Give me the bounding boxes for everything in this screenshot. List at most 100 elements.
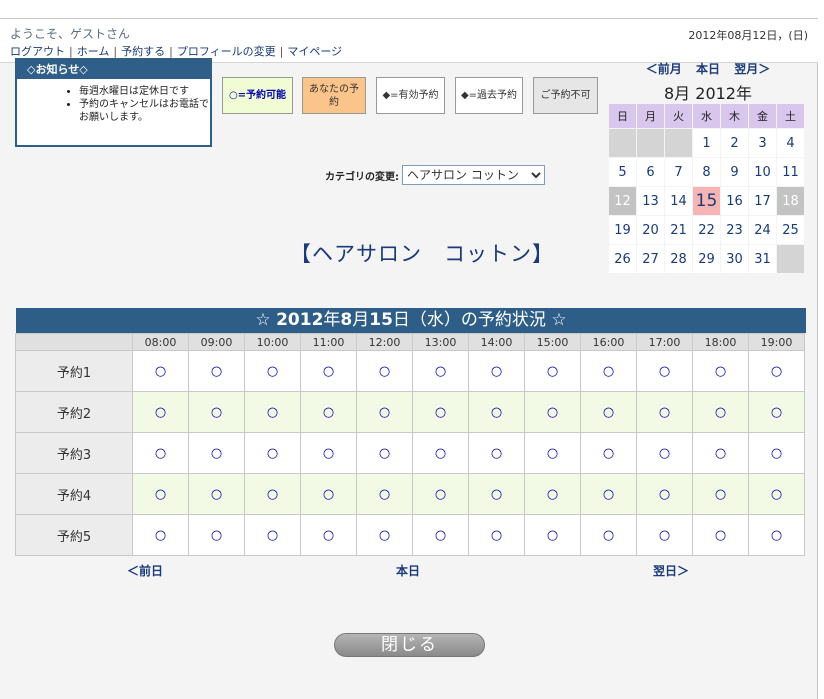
slot-available[interactable]: ○ [524, 391, 581, 433]
calendar-day[interactable]: 20 [637, 216, 664, 244]
calendar-day[interactable]: 11 [777, 158, 804, 186]
slot-available[interactable]: ○ [132, 514, 189, 556]
prev-day-link[interactable]: ＜前日 [127, 562, 163, 579]
calendar-day[interactable]: 7 [665, 158, 692, 186]
slot-available[interactable]: ○ [188, 432, 245, 474]
slot-available[interactable]: ○ [468, 473, 525, 515]
slot-available[interactable]: ○ [748, 391, 805, 433]
slot-available[interactable]: ○ [300, 473, 357, 515]
slot-available[interactable]: ○ [132, 391, 189, 433]
calendar-day[interactable]: 24 [749, 216, 776, 244]
slot-available[interactable]: ○ [188, 350, 245, 392]
nav-home[interactable]: ホーム [77, 45, 110, 58]
slot-available[interactable]: ○ [300, 514, 357, 556]
slot-available[interactable]: ○ [468, 432, 525, 474]
calendar-day[interactable]: 19 [609, 216, 636, 244]
next-day-link[interactable]: 翌日＞ [653, 562, 689, 579]
slot-available[interactable]: ○ [748, 473, 805, 515]
calendar-day[interactable]: 30 [721, 245, 748, 273]
calendar-day[interactable]: 6 [637, 158, 664, 186]
calendar-day[interactable]: 14 [665, 187, 692, 215]
slot-available[interactable]: ○ [244, 514, 301, 556]
slot-available[interactable]: ○ [468, 391, 525, 433]
slot-available[interactable]: ○ [580, 391, 637, 433]
calendar-day[interactable]: 28 [665, 245, 692, 273]
slot-available[interactable]: ○ [188, 473, 245, 515]
calendar-day[interactable]: 26 [609, 245, 636, 273]
category-select[interactable]: ヘアサロン コットン [402, 165, 545, 185]
calendar-day[interactable]: 21 [665, 216, 692, 244]
close-button[interactable]: 閉じる [334, 633, 485, 657]
calendar-day[interactable]: 27 [637, 245, 664, 273]
calendar-day[interactable]: 29 [693, 245, 720, 273]
current-month-link[interactable]: 本日 [696, 62, 720, 76]
calendar-day[interactable]: 8 [693, 158, 720, 186]
calendar-day[interactable]: 2 [721, 129, 748, 157]
slot-available[interactable]: ○ [412, 391, 469, 433]
prev-month-link[interactable]: ＜前月 [646, 62, 682, 76]
slot-available[interactable]: ○ [748, 350, 805, 392]
slot-available[interactable]: ○ [692, 514, 749, 556]
slot-available[interactable]: ○ [580, 473, 637, 515]
nav-logout[interactable]: ログアウト [10, 45, 65, 58]
calendar-day[interactable]: 23 [721, 216, 748, 244]
slot-available[interactable]: ○ [412, 514, 469, 556]
slot-available[interactable]: ○ [244, 350, 301, 392]
slot-available[interactable]: ○ [580, 432, 637, 474]
slot-available[interactable]: ○ [412, 350, 469, 392]
slot-available[interactable]: ○ [300, 350, 357, 392]
slot-available[interactable]: ○ [748, 514, 805, 556]
slot-available[interactable]: ○ [244, 473, 301, 515]
slot-available[interactable]: ○ [636, 350, 693, 392]
slot-available[interactable]: ○ [188, 391, 245, 433]
slot-available[interactable]: ○ [412, 473, 469, 515]
calendar-day[interactable]: 18 [777, 187, 804, 215]
slot-available[interactable]: ○ [692, 473, 749, 515]
slot-available[interactable]: ○ [524, 514, 581, 556]
calendar-day[interactable]: 5 [609, 158, 636, 186]
slot-available[interactable]: ○ [132, 473, 189, 515]
slot-available[interactable]: ○ [636, 391, 693, 433]
calendar-day[interactable]: 1 [693, 129, 720, 157]
nav-profile[interactable]: プロフィールの変更 [177, 45, 276, 58]
next-month-link[interactable]: 翌月＞ [734, 62, 770, 76]
slot-available[interactable]: ○ [188, 514, 245, 556]
slot-available[interactable]: ○ [692, 391, 749, 433]
slot-available[interactable]: ○ [636, 514, 693, 556]
calendar-day[interactable]: 13 [637, 187, 664, 215]
slot-available[interactable]: ○ [748, 432, 805, 474]
slot-available[interactable]: ○ [356, 473, 413, 515]
calendar-day[interactable]: 4 [777, 129, 804, 157]
slot-available[interactable]: ○ [356, 514, 413, 556]
slot-available[interactable]: ○ [244, 432, 301, 474]
calendar-day[interactable]: 31 [749, 245, 776, 273]
calendar-day[interactable]: 22 [693, 216, 720, 244]
slot-available[interactable]: ○ [132, 432, 189, 474]
calendar-day[interactable]: 10 [749, 158, 776, 186]
slot-available[interactable]: ○ [524, 473, 581, 515]
slot-available[interactable]: ○ [412, 432, 469, 474]
slot-available[interactable]: ○ [524, 350, 581, 392]
slot-available[interactable]: ○ [580, 350, 637, 392]
slot-available[interactable]: ○ [356, 350, 413, 392]
slot-available[interactable]: ○ [132, 350, 189, 392]
nav-mypage[interactable]: マイページ [287, 45, 342, 58]
slot-available[interactable]: ○ [580, 514, 637, 556]
calendar-day[interactable]: 17 [749, 187, 776, 215]
calendar-day[interactable]: 3 [749, 129, 776, 157]
calendar-day[interactable]: 12 [609, 187, 636, 215]
slot-available[interactable]: ○ [636, 432, 693, 474]
slot-available[interactable]: ○ [468, 514, 525, 556]
slot-available[interactable]: ○ [692, 350, 749, 392]
slot-available[interactable]: ○ [356, 391, 413, 433]
slot-available[interactable]: ○ [468, 350, 525, 392]
slot-available[interactable]: ○ [692, 432, 749, 474]
nav-reserve[interactable]: 予約する [121, 45, 165, 58]
today-link[interactable]: 本日 [396, 562, 420, 579]
slot-available[interactable]: ○ [300, 391, 357, 433]
slot-available[interactable]: ○ [636, 473, 693, 515]
calendar-day[interactable]: 9 [721, 158, 748, 186]
calendar-day[interactable]: 15 [693, 187, 720, 215]
slot-available[interactable]: ○ [356, 432, 413, 474]
slot-available[interactable]: ○ [524, 432, 581, 474]
